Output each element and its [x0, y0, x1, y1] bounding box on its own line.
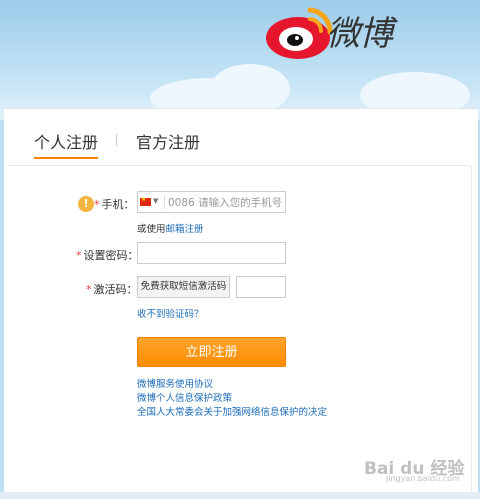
phone-info-icon: ! [78, 196, 94, 212]
phone-separator [164, 195, 165, 209]
email-register-link[interactable]: 邮箱注册 [166, 224, 204, 235]
email-register-hint: 或使用邮箱注册 [137, 224, 204, 235]
tab-official-register[interactable]: 官方注册 [136, 129, 200, 153]
tab-divider [8, 165, 470, 166]
no-code-link[interactable]: 收不到验证码？ [137, 306, 204, 320]
china-flag-icon[interactable]: ★ [140, 196, 151, 206]
activation-code-input[interactable] [236, 276, 286, 298]
phone-label: * 手机： [94, 198, 135, 211]
agreement-link-privacy[interactable]: 微博个人信息保护政策 [137, 390, 232, 404]
registration-card: 个人注册 官方注册 ! * 手机： ★ ▼ 0086 请输入您的手机号 或使用邮箱… [4, 108, 478, 499]
code-label: * 激活码： [86, 283, 138, 296]
agreement-link-law[interactable]: 全国人大常委会关于加强网络信息保护的决定 [137, 404, 327, 418]
password-label: * 设置密码： [76, 249, 139, 262]
tab-separator [116, 134, 117, 146]
get-sms-code-button[interactable]: 免费获取短信激活码 [137, 276, 230, 298]
phone-placeholder: 0086 请输入您的手机号 [168, 197, 283, 209]
watermark-url: jingyan.baidu.com [386, 474, 460, 483]
cloud-shape [210, 64, 290, 114]
register-submit-button[interactable]: 立即注册 [137, 337, 286, 367]
chevron-down-icon[interactable]: ▼ [153, 197, 158, 205]
password-input[interactable] [137, 242, 286, 264]
agreement-link-service[interactable]: 微博服务使用协议 [137, 376, 213, 390]
bottom-strip [0, 492, 480, 499]
weibo-wordmark: 微博 [326, 14, 393, 54]
tab-personal-register[interactable]: 个人注册 [34, 129, 99, 159]
right-divider [471, 165, 472, 499]
